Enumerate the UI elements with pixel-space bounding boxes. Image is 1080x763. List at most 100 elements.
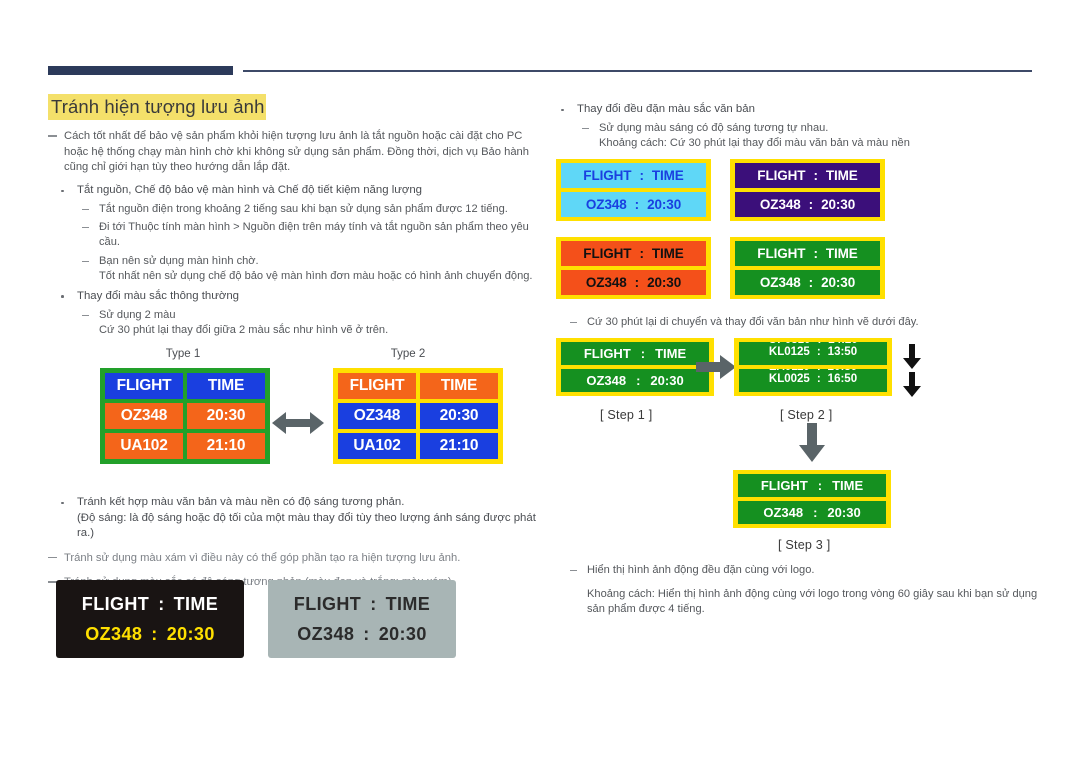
scroll-line: KL0025:16:50: [769, 373, 857, 385]
step-time: TIME: [655, 346, 687, 361]
step-row-data: OZ348:20:30: [738, 501, 886, 524]
cell-time: 21:10: [420, 433, 498, 459]
right-arrow-icon: [696, 354, 736, 380]
step-colon: :: [813, 505, 818, 520]
contrast-samples: FLIGHT: TIME OZ348:20:30 FLIGHT: TIME OZ34…: [56, 580, 556, 665]
bullet-text: Thay đổi đều đặn màu sắc văn bản: [577, 103, 755, 115]
list-item: Bạn nên sử dụng màn hình chờ. Tốt nhất n…: [77, 254, 548, 284]
sub-text: Bạn nên sử dụng màn hình chờ.: [99, 254, 259, 267]
step-code: KL0125: [768, 346, 810, 358]
slide-page: Tránh hiện tượng lưu ảnh Cách tốt nhất đ…: [0, 0, 1080, 763]
sample-time: TIME: [385, 593, 431, 614]
step3-board: FLIGHT: TIME OZ348:20:30: [733, 470, 891, 528]
type1-board: FLIGHT TIME OZ348 20:30 UA102 21:10: [100, 368, 270, 464]
sub-text: Tắt nguồn điện trong khoảng 2 tiếng sau …: [99, 202, 508, 215]
type2-board: FLIGHT TIME OZ348 20:30 UA102 21:10: [333, 368, 503, 464]
bullet-text-cont: (Độ sáng: là độ sáng hoặc độ tối của một…: [77, 511, 536, 540]
table-row: OZ348 20:30: [338, 403, 498, 429]
panel-colon: :: [634, 197, 640, 212]
sub-list: Sử dụng màu sáng có độ sáng tương tự nha…: [577, 121, 1040, 151]
panel-row-data: OZ348:20:30: [735, 270, 880, 295]
list-item: Tránh kết hợp màu văn bản và màu nền có …: [48, 495, 548, 542]
sample-time: TIME: [173, 593, 219, 614]
step-code: OZ348: [763, 505, 804, 520]
sub-list: Tắt nguồn điện trong khoảng 2 tiếng sau …: [77, 202, 548, 284]
panel-colon: :: [639, 168, 644, 183]
step-row-scrolling-top: OP0310:24:20 KL0125:13:50: [739, 342, 887, 365]
panel-flight: FLIGHT: [583, 246, 632, 261]
step1-label: [ Step 1 ]: [600, 408, 653, 422]
left-bullet-list-2: Tránh kết hợp màu văn bản và màu nền có …: [48, 495, 548, 542]
step2-board: OP0310:24:20 KL0125:13:50 EA0110:20:30 K…: [734, 338, 892, 396]
right-note-text: Khoảng cách: Hiển thị hình ảnh động cùng…: [587, 588, 1038, 616]
list-item: Thay đổi đều đặn màu sắc văn bản Sử dụng…: [548, 102, 1040, 151]
color-panel-cyan: FLIGHT: TIME OZ348:20:30: [556, 159, 711, 221]
down-arrow-icon: [798, 423, 826, 463]
list-item: Cứ 30 phút lại di chuyển và thay đổi văn…: [565, 315, 1040, 330]
contrast-sample-grey: FLIGHT: TIME OZ348:20:30: [268, 580, 456, 658]
sample-colon: :: [158, 593, 165, 614]
right-sub-list: Cứ 30 phút lại di chuyển và thay đổi văn…: [565, 315, 1040, 330]
sub-text: Hiển thị hình ảnh động đều đặn cùng với …: [587, 564, 815, 576]
panel-row-data: OZ348:20:30: [735, 192, 880, 217]
cell-flight: UA102: [105, 433, 183, 459]
right-sub-list-2: Hiển thị hình ảnh động đều đặn cùng với …: [565, 563, 1040, 578]
color-panel-purple: FLIGHT: TIME OZ348:20:30: [730, 159, 885, 221]
sample-flight: FLIGHT: [81, 593, 150, 614]
cell-time: TIME: [187, 373, 265, 399]
sample-code: OZ348: [297, 623, 355, 644]
step-row-data: OZ348:20:30: [561, 369, 709, 392]
step-row-header: FLIGHT: TIME: [561, 342, 709, 365]
step-colon: :: [817, 478, 823, 493]
sub-text-cont: Cứ 30 phút lại thay đổi giữa 2 màu sắc n…: [99, 323, 389, 336]
panel-colon: :: [808, 197, 814, 212]
cell-flight: UA102: [338, 433, 416, 459]
page-title: Tránh hiện tượng lưu ảnh: [48, 94, 267, 121]
step-code: OZ348: [586, 373, 627, 388]
left-column: Tránh hiện tượng lưu ảnh Cách tốt nhất đ…: [48, 94, 548, 338]
panel-code: OZ348: [585, 197, 627, 212]
panel-time: TIME: [825, 246, 858, 261]
sample-line-2: OZ348:20:30: [85, 624, 214, 645]
sample-clock: 20:30: [378, 623, 427, 644]
step-colon: :: [636, 373, 641, 388]
contrast-sample-dark: FLIGHT: TIME OZ348:20:30: [56, 580, 244, 658]
step-code: KL0025: [768, 373, 810, 385]
color-panel-orange: FLIGHT: TIME OZ348:20:30: [556, 237, 711, 299]
panel-time: TIME: [651, 168, 684, 183]
sub-text: Đi tới Thuộc tính màn hình > Nguồn điện …: [99, 221, 529, 249]
cell-flight: OZ348: [338, 403, 416, 429]
panel-flight: FLIGHT: [757, 246, 806, 261]
panel-row-data: OZ348:20:30: [561, 192, 706, 217]
list-item: Đi tới Thuộc tính màn hình > Nguồn điện …: [77, 220, 548, 250]
list-item: Tắt nguồn điện trong khoảng 2 tiếng sau …: [77, 202, 548, 217]
sub-text: Sử dụng 2 màu: [99, 308, 176, 321]
list-item: Thay đổi màu sắc thông thường Sử dụng 2 …: [48, 289, 548, 338]
panel-code: OZ348: [759, 275, 801, 290]
cell-time: 20:30: [187, 403, 265, 429]
page-title-wrap: Tránh hiện tượng lưu ảnh: [48, 94, 548, 121]
step-flight: FLIGHT: [583, 346, 631, 361]
list-item: Sử dụng màu sáng có độ sáng tương tự nha…: [577, 121, 1040, 151]
sub-text-cont: Tốt nhất nên sử dụng chế độ bảo vệ màn h…: [99, 269, 533, 282]
sample-colon: :: [370, 593, 377, 614]
list-item: Sử dụng 2 màu Cứ 30 phút lại thay đổi gi…: [77, 308, 548, 338]
bullet-text: Tắt nguồn, Chế độ bảo vệ màn hình và Chế…: [77, 184, 423, 197]
scroll-content: OP0310:24:20 KL0125:13:50: [739, 342, 887, 358]
step-colon: :: [816, 346, 821, 358]
step-clock: 20:30: [650, 373, 684, 388]
sub-text: Cứ 30 phút lại di chuyển và thay đổi văn…: [587, 316, 919, 328]
panel-colon: :: [634, 275, 640, 290]
cell-time: 20:30: [420, 403, 498, 429]
type-comparison: Type 1 Type 2 FLIGHT TIME OZ348 20:30 UA…: [48, 348, 548, 478]
sample-colon: :: [363, 623, 370, 644]
panel-clock: 20:30: [647, 197, 682, 212]
panel-clock: 20:30: [821, 275, 856, 290]
panel-row-header: FLIGHT: TIME: [735, 163, 880, 188]
grey-note-1: Tránh sử dụng màu xám vì điều này có thể…: [48, 551, 548, 566]
step-row-scrolling-bottom: EA0110:20:30 KL0025:16:50: [739, 369, 887, 392]
step-row-header: FLIGHT: TIME: [738, 474, 886, 497]
list-item: Hiển thị hình ảnh động đều đặn cùng với …: [565, 563, 1040, 578]
type2-caption: Type 2: [390, 348, 426, 360]
panel-colon: :: [808, 275, 814, 290]
